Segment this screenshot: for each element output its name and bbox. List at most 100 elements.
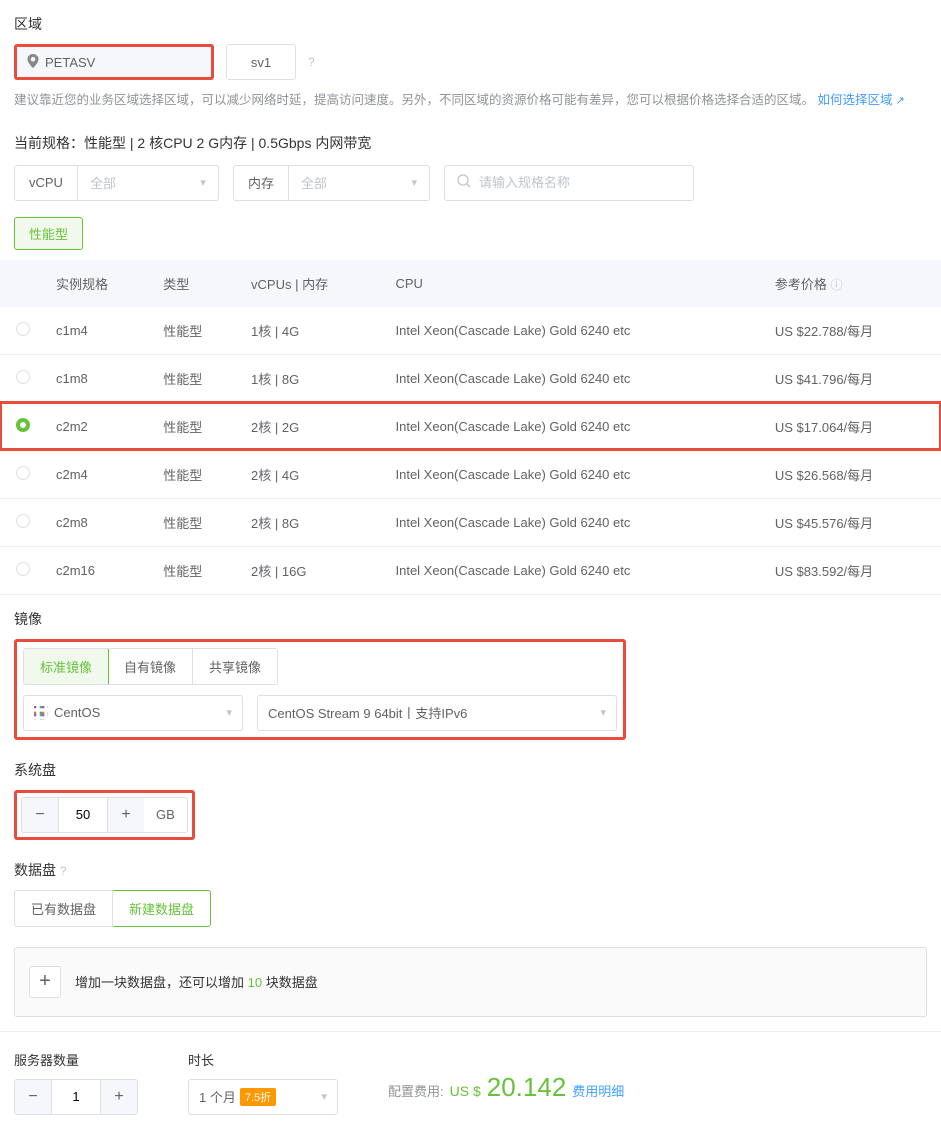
cell-spec: c1m8 (46, 354, 153, 402)
spec-table: 实例规格 类型 vCPUs | 内存 CPU 参考价格 ⓘ c1m4性能型1核 … (0, 260, 941, 595)
tab-shared-image[interactable]: 共享镜像 (193, 649, 277, 684)
row-radio[interactable] (16, 322, 30, 336)
cell-type: 性能型 (153, 498, 241, 546)
region-primary-value: PETASV (45, 55, 95, 70)
row-radio[interactable] (16, 370, 30, 384)
duration-label: 时长 (188, 1050, 338, 1069)
table-row[interactable]: c2m2性能型2核 | 2GIntel Xeon(Cascade Lake) G… (0, 402, 941, 450)
qty-increase[interactable]: + (101, 1080, 137, 1114)
image-tabs: 标准镜像 自有镜像 共享镜像 (23, 648, 278, 685)
sysdisk-label: 系统盘 (14, 760, 927, 780)
spec-search-input[interactable] (479, 175, 681, 190)
qty-label: 服务器数量 (14, 1050, 138, 1069)
cell-cpu: Intel Xeon(Cascade Lake) Gold 6240 etc (386, 307, 765, 355)
qty-decrease[interactable]: − (15, 1080, 51, 1114)
region-label: 区域 (14, 14, 927, 34)
sysdisk-increase[interactable]: + (108, 798, 144, 832)
spec-type-tag[interactable]: 性能型 (14, 217, 83, 250)
cell-type: 性能型 (153, 354, 241, 402)
row-radio[interactable] (16, 514, 30, 528)
vcpu-filter-label: vCPU (15, 166, 78, 200)
chevron-down-icon: ▾ (600, 706, 606, 719)
cell-cpu: Intel Xeon(Cascade Lake) Gold 6240 etc (386, 450, 765, 498)
memory-filter[interactable]: 内存 全部▾ (233, 165, 430, 201)
tab-existing-disk[interactable]: 已有数据盘 (14, 890, 113, 927)
cell-vcpu: 1核 | 8G (241, 354, 385, 402)
cell-cpu: Intel Xeon(Cascade Lake) Gold 6240 etc (386, 498, 765, 546)
cell-type: 性能型 (153, 402, 241, 450)
col-cpu: CPU (386, 260, 765, 307)
row-radio[interactable] (16, 418, 30, 432)
cell-spec: c2m4 (46, 450, 153, 498)
os-select[interactable]: CentOS ▾ (23, 695, 243, 731)
sysdisk-stepper[interactable]: − + GB (21, 797, 188, 833)
cell-vcpu: 2核 | 2G (241, 402, 385, 450)
image-label: 镜像 (14, 609, 927, 629)
table-row[interactable]: c2m16性能型2核 | 16GIntel Xeon(Cascade Lake)… (0, 546, 941, 594)
table-row[interactable]: c2m8性能型2核 | 8GIntel Xeon(Cascade Lake) G… (0, 498, 941, 546)
duration-select[interactable]: 1 个月 7.5折 ▾ (188, 1079, 338, 1115)
cost-line: 配置费用: US $ 20.142 费用明细 (388, 1072, 624, 1103)
cell-type: 性能型 (153, 546, 241, 594)
chevron-down-icon: ▾ (200, 176, 206, 189)
cell-type: 性能型 (153, 307, 241, 355)
tab-new-disk[interactable]: 新建数据盘 (113, 890, 211, 927)
centos-icon (34, 706, 48, 720)
region-alt-value: sv1 (251, 55, 271, 70)
vcpu-filter[interactable]: vCPU 全部▾ (14, 165, 219, 201)
region-description: 建议靠近您的业务区域选择区域，可以减少网络时延，提高访问速度。另外，不同区域的资… (14, 90, 927, 111)
location-icon (27, 54, 39, 71)
add-disk-button[interactable]: + (29, 966, 61, 998)
row-radio[interactable] (16, 466, 30, 480)
tab-standard-image[interactable]: 标准镜像 (23, 648, 109, 685)
region-help-link[interactable]: 如何选择区域↗ (818, 93, 905, 107)
col-spec: 实例规格 (46, 260, 153, 307)
spec-search[interactable] (444, 165, 694, 201)
cell-price: US $26.568/每月 (765, 450, 941, 498)
cell-price: US $45.576/每月 (765, 498, 941, 546)
cell-spec: c1m4 (46, 307, 153, 355)
row-radio[interactable] (16, 562, 30, 576)
discount-badge: 7.5折 (240, 1088, 276, 1106)
cell-vcpu: 2核 | 8G (241, 498, 385, 546)
table-row[interactable]: c1m8性能型1核 | 8GIntel Xeon(Cascade Lake) G… (0, 354, 941, 402)
sysdisk-input[interactable] (58, 798, 108, 832)
cell-type: 性能型 (153, 450, 241, 498)
col-type: 类型 (153, 260, 241, 307)
info-icon: ? (60, 864, 67, 878)
info-icon[interactable]: ? (308, 55, 315, 69)
chevron-down-icon: ▾ (321, 1090, 327, 1103)
search-icon (457, 174, 471, 191)
cell-spec: c2m8 (46, 498, 153, 546)
cell-cpu: Intel Xeon(Cascade Lake) Gold 6240 etc (386, 402, 765, 450)
cell-vcpu: 1核 | 4G (241, 307, 385, 355)
add-disk-panel: + 增加一块数据盘，还可以增加 10 块数据盘 (14, 947, 927, 1017)
cell-price: US $22.788/每月 (765, 307, 941, 355)
qty-input[interactable] (51, 1080, 101, 1114)
memory-filter-label: 内存 (234, 166, 289, 200)
sysdisk-decrease[interactable]: − (22, 798, 58, 832)
region-alt-select[interactable]: sv1 (226, 44, 296, 80)
table-row[interactable]: c2m4性能型2核 | 4GIntel Xeon(Cascade Lake) G… (0, 450, 941, 498)
cell-cpu: Intel Xeon(Cascade Lake) Gold 6240 etc (386, 354, 765, 402)
col-price: 参考价格 ⓘ (765, 260, 941, 307)
tab-own-image[interactable]: 自有镜像 (108, 649, 193, 684)
os-version-select[interactable]: CentOS Stream 9 64bit丨支持IPv6 ▾ (257, 695, 617, 731)
footer: 服务器数量 − + 时长 1 个月 7.5折 ▾ 配置费用: US $ 20.1… (0, 1031, 941, 1133)
cell-price: US $83.592/每月 (765, 546, 941, 594)
cell-price: US $41.796/每月 (765, 354, 941, 402)
external-link-icon: ↗ (896, 95, 905, 107)
cell-vcpu: 2核 | 4G (241, 450, 385, 498)
add-disk-text: 增加一块数据盘，还可以增加 10 块数据盘 (75, 972, 318, 991)
table-row[interactable]: c1m4性能型1核 | 4GIntel Xeon(Cascade Lake) G… (0, 307, 941, 355)
cost-detail-link[interactable]: 费用明细 (572, 1081, 624, 1100)
chevron-down-icon: ▾ (411, 176, 417, 189)
cell-spec: c2m2 (46, 402, 153, 450)
info-icon: ⓘ (831, 278, 843, 292)
col-vcpu: vCPUs | 内存 (241, 260, 385, 307)
qty-stepper[interactable]: − + (14, 1079, 138, 1115)
cell-spec: c2m16 (46, 546, 153, 594)
cell-vcpu: 2核 | 16G (241, 546, 385, 594)
region-primary-select[interactable]: PETASV (14, 44, 214, 80)
sysdisk-unit: GB (144, 807, 187, 822)
